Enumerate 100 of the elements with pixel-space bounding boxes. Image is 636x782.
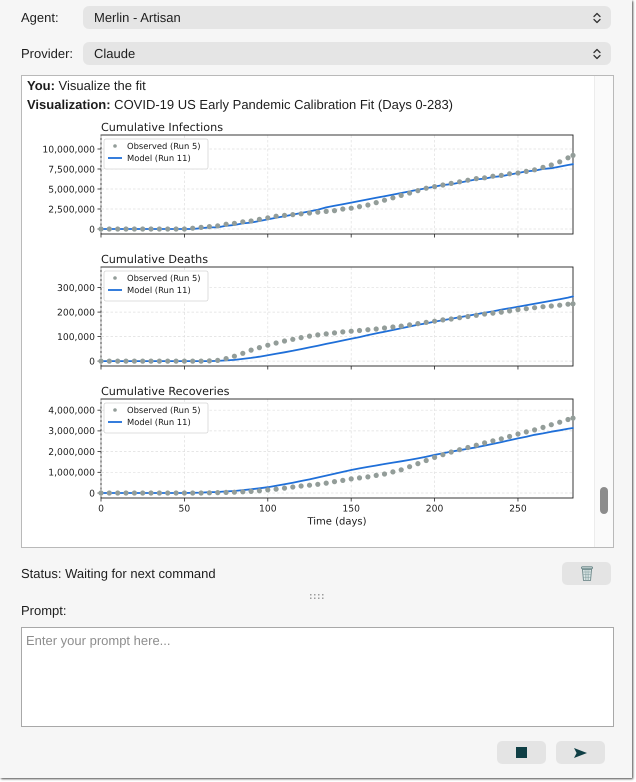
point	[490, 310, 496, 316]
point	[140, 490, 146, 496]
point	[106, 358, 112, 364]
point	[398, 467, 404, 472]
x-tick-label: 250	[509, 504, 527, 514]
y-tick-label: 0	[89, 224, 95, 236]
point	[390, 195, 396, 200]
point	[548, 162, 554, 168]
point	[374, 326, 379, 332]
point	[274, 340, 279, 346]
point	[348, 328, 354, 334]
point	[182, 490, 187, 496]
field-label: Agent:	[21, 10, 60, 25]
point	[565, 155, 571, 160]
x-tick-label: 0	[98, 504, 104, 514]
drag-handle-icon[interactable]	[310, 594, 325, 599]
provider-select[interactable]: Claude	[83, 42, 611, 65]
point	[465, 178, 470, 183]
point	[515, 431, 521, 437]
point	[432, 184, 438, 190]
point	[98, 358, 104, 364]
point	[198, 358, 204, 364]
point	[123, 226, 129, 232]
point	[548, 422, 554, 428]
point	[256, 216, 262, 222]
point	[565, 416, 571, 422]
point	[540, 164, 546, 170]
point	[232, 490, 237, 495]
point	[224, 490, 229, 495]
point	[148, 358, 154, 364]
point	[440, 317, 446, 322]
point	[348, 476, 354, 482]
point	[490, 438, 496, 444]
stop-button[interactable]	[497, 741, 546, 764]
point	[557, 420, 562, 425]
point	[115, 226, 120, 232]
y-tick-label: 200,000	[57, 307, 95, 318]
point	[415, 321, 420, 326]
point	[524, 168, 529, 174]
legend-label: Model (Run 11)	[127, 153, 191, 163]
legend-line-icon	[108, 289, 122, 291]
point	[315, 332, 320, 338]
legend-label: Observed (Run 5)	[127, 141, 201, 151]
point	[198, 224, 204, 230]
chart-title: Cumulative Deaths	[101, 253, 208, 266]
point	[474, 176, 479, 182]
point	[315, 482, 320, 487]
chart-title: Cumulative Recoveries	[101, 385, 230, 398]
agent-select[interactable]: Merlin - Artisan	[83, 6, 611, 29]
point	[474, 442, 479, 448]
trash-button[interactable]	[562, 562, 611, 585]
point	[356, 204, 362, 210]
point	[407, 464, 412, 470]
point	[365, 202, 370, 208]
point	[315, 210, 320, 215]
point	[224, 222, 229, 227]
point	[98, 490, 104, 496]
point	[382, 325, 388, 331]
scrollbar-thumb[interactable]	[600, 487, 608, 514]
point	[448, 449, 454, 455]
point	[332, 208, 338, 214]
y-tick-label: 4,000,000	[48, 405, 95, 416]
point	[532, 305, 538, 310]
point	[232, 220, 237, 226]
point	[206, 490, 212, 496]
stop-icon	[516, 747, 527, 758]
point	[182, 358, 187, 364]
point	[482, 175, 488, 180]
x-tick-label: 50	[178, 504, 190, 514]
point	[457, 179, 462, 184]
y-tick-label: 7,500,000	[48, 164, 95, 176]
y-tick-label: 10,000,000	[42, 144, 95, 156]
point	[482, 440, 488, 446]
prompt-field[interactable]: Enter your prompt here...	[21, 627, 614, 727]
point	[190, 490, 196, 496]
point	[557, 302, 562, 308]
point	[248, 218, 254, 224]
point	[424, 186, 429, 191]
point	[382, 471, 388, 477]
point	[206, 224, 212, 230]
y-tick-label: 2,500,000	[48, 204, 95, 216]
point	[240, 219, 246, 224]
point	[306, 210, 312, 216]
point	[123, 490, 129, 496]
scrollbar[interactable]	[594, 76, 613, 547]
chevron-updown-icon	[593, 48, 601, 60]
point	[515, 307, 521, 312]
point	[356, 475, 362, 480]
point	[298, 483, 304, 489]
point	[156, 490, 162, 496]
send-button[interactable]	[556, 741, 605, 764]
point	[106, 490, 112, 496]
point	[565, 302, 571, 307]
point	[232, 354, 237, 359]
point	[132, 226, 137, 232]
point	[165, 358, 170, 364]
trash-icon	[580, 566, 592, 581]
axis-title: Time (days)	[307, 516, 367, 528]
point	[507, 308, 512, 314]
point	[290, 212, 296, 218]
